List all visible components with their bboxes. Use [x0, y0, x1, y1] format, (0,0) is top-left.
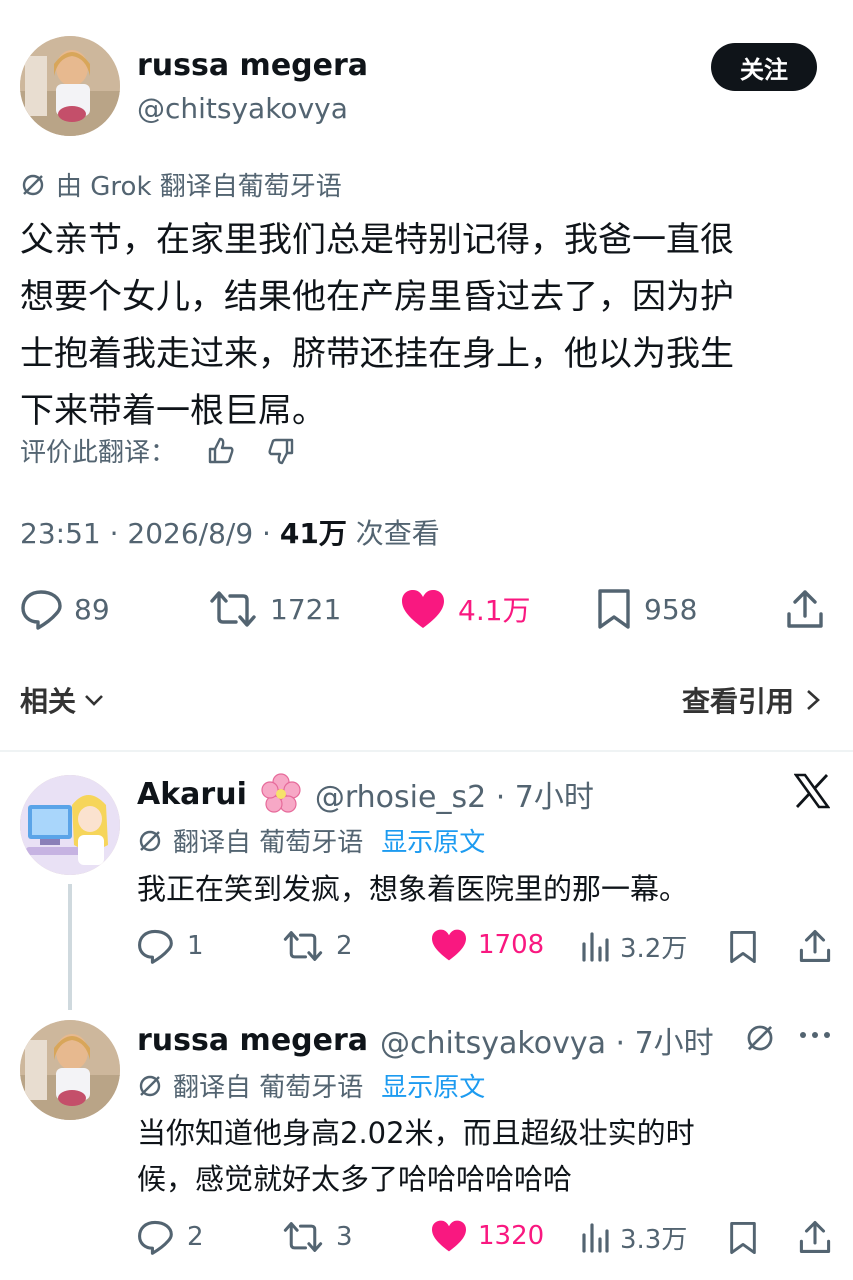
thumbs-up-icon[interactable] [206, 436, 236, 466]
heart-filled-icon [430, 928, 468, 962]
retweet-stat[interactable]: 1721 [208, 588, 341, 630]
like-count: 1708 [478, 930, 545, 960]
reply-icon [137, 1219, 173, 1255]
reply-author-name[interactable]: russa megera [137, 1023, 368, 1058]
reply-text: 我正在笑到发疯，想象着医院里的那一幕。 [137, 866, 688, 912]
post-text: 父亲节，在家里我们总是特别记得，我爸一直很 想要个女儿，结果他在产房里昏过去了，… [20, 212, 734, 440]
x-logo-icon [794, 773, 830, 809]
translate-icon [20, 172, 46, 198]
rate-translation: 评价此翻译： [20, 432, 296, 469]
retweet-icon [282, 1219, 324, 1255]
thumbs-down-icon[interactable] [266, 436, 296, 466]
reply-author-handle[interactable]: @chitsyakovya · 7小时 [380, 1018, 714, 1062]
bookmark-count: 958 [644, 592, 698, 626]
reply-count: 89 [74, 592, 110, 626]
related-toggle[interactable]: 相关 [20, 680, 106, 720]
retweet-count: 1721 [270, 592, 342, 626]
like-count: 4.1万 [458, 594, 531, 627]
related-label: 相关 [20, 685, 77, 718]
views-label: 次查看 [346, 517, 440, 550]
chevron-right-icon [804, 687, 822, 713]
author-avatar[interactable] [20, 36, 120, 136]
post-time[interactable]: 23:51 · 2026/8/9 · [20, 517, 280, 550]
reply-translation-row: 翻译自 葡萄牙语 显示原文 [137, 1067, 485, 1104]
cherry-blossom-icon [259, 772, 303, 816]
show-original-link[interactable]: 显示原文 [381, 822, 485, 859]
reply-text-line: 候，感觉就好太多了哈哈哈哈哈哈 [137, 1162, 573, 1196]
reply-text-line: 当你知道他身高2.02米，而且超级壮实的时 [137, 1116, 695, 1150]
view-quotes-label: 查看引用 [682, 685, 795, 718]
reply-author-handle[interactable]: @rhosie_s2 · 7小时 [315, 772, 594, 816]
reply-count: 1 [187, 931, 204, 961]
reply-views-stat[interactable]: 3.2万 [580, 928, 687, 965]
retweet-count: 2 [336, 931, 353, 961]
analytics-icon [580, 1221, 610, 1255]
post-text-line: 想要个女儿，结果他在产房里昏过去了，因为护 [20, 277, 734, 317]
reply-translation-note: 翻译自 葡萄牙语 [173, 828, 364, 858]
reply-thread-line [68, 884, 72, 1010]
heart-filled-icon [430, 1219, 468, 1253]
author-handle[interactable]: @chitsyakovya [137, 92, 348, 125]
show-original-link[interactable]: 显示原文 [381, 1067, 485, 1104]
view-quotes-link[interactable]: 查看引用 [682, 680, 822, 720]
retweet-icon [208, 588, 258, 630]
bookmark-icon [596, 588, 632, 630]
translation-note: 由 Grok 翻译自葡萄牙语 [20, 166, 342, 203]
reply-retweet-stat[interactable]: 3 [282, 1219, 353, 1255]
reply-translation-note: 翻译自 葡萄牙语 [173, 1073, 364, 1103]
bookmark-icon[interactable] [727, 930, 759, 964]
views-count: 41万 [279, 517, 347, 550]
follow-button[interactable]: 关注 [711, 43, 817, 91]
translation-note-text: 由 Grok 翻译自葡萄牙语 [56, 172, 342, 202]
reply-reply-stat[interactable]: 2 [137, 1219, 204, 1255]
bookmark-stat[interactable]: 958 [596, 588, 697, 630]
reply-retweet-stat[interactable]: 2 [282, 928, 353, 964]
author-name[interactable]: russa megera [137, 48, 368, 83]
reply-avatar[interactable] [20, 775, 120, 875]
bookmark-icon[interactable] [727, 1221, 759, 1255]
reply-like-stat[interactable]: 1708 [430, 928, 544, 962]
reply-text: 当你知道他身高2.02米，而且超级壮实的时 候，感觉就好太多了哈哈哈哈哈哈 [137, 1110, 695, 1202]
reply-stat[interactable]: 89 [20, 588, 110, 630]
rate-translation-label: 评价此翻译： [20, 438, 177, 468]
reply-icon [20, 588, 62, 630]
divider [0, 750, 853, 752]
translate-icon [137, 1073, 163, 1099]
post-text-line: 父亲节，在家里我们总是特别记得，我爸一直很 [20, 220, 734, 260]
analytics-icon [580, 930, 610, 964]
like-count: 1320 [478, 1221, 545, 1251]
views-count: 3.3万 [620, 1225, 688, 1255]
post-meta: 23:51 · 2026/8/9 · 41万 次查看 [20, 512, 440, 552]
translate-icon[interactable] [744, 1022, 776, 1054]
share-icon[interactable] [798, 928, 832, 964]
views-count: 3.2万 [620, 934, 688, 964]
reply-like-stat[interactable]: 1320 [430, 1219, 544, 1253]
share-icon[interactable] [798, 1219, 832, 1255]
reply-translation-row: 翻译自 葡萄牙语 显示原文 [137, 822, 485, 859]
heart-filled-icon [400, 588, 446, 630]
post-text-line: 士抱着我走过来，脐带还挂在身上，他以为我生 [20, 334, 734, 374]
reply-views-stat[interactable]: 3.3万 [580, 1219, 687, 1256]
share-icon[interactable] [785, 588, 825, 630]
reply-author-name[interactable]: Akarui [137, 777, 247, 812]
reply-text-line: 我正在笑到发疯，想象着医院里的那一幕。 [137, 872, 689, 906]
reply-icon [137, 928, 173, 964]
reply-avatar[interactable] [20, 1020, 120, 1120]
reply-header: Akarui @rhosie_s2 · 7小时 [137, 772, 594, 816]
chevron-down-icon [82, 688, 106, 712]
like-stat[interactable]: 4.1万 [400, 588, 531, 630]
reply-header: russa megera @chitsyakovya · 7小时 [137, 1018, 714, 1062]
reply-reply-stat[interactable]: 1 [137, 928, 204, 964]
more-options-icon[interactable] [798, 1030, 832, 1040]
retweet-icon [282, 928, 324, 964]
retweet-count: 3 [336, 1222, 353, 1252]
reply-count: 2 [187, 1222, 204, 1252]
translate-icon [137, 828, 163, 854]
